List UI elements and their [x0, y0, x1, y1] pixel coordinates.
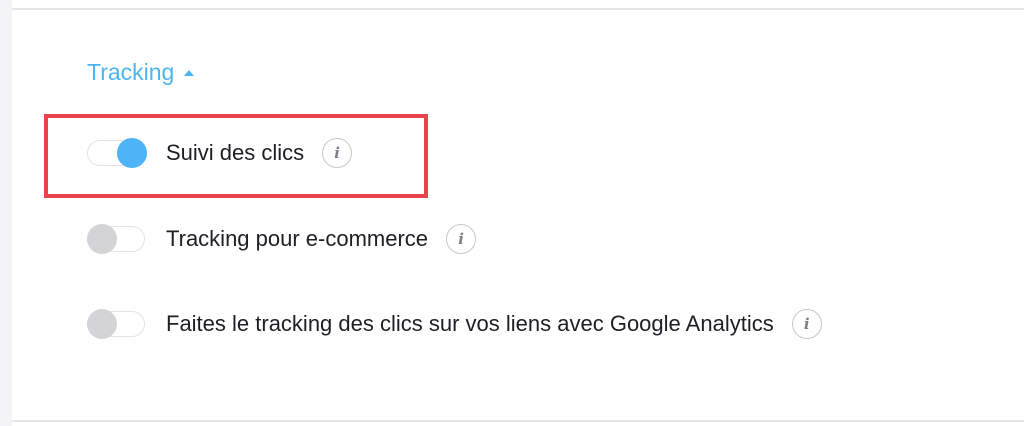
option-label: Faites le tracking des clics sur vos lie…: [166, 311, 774, 336]
caret-up-icon: [184, 69, 195, 76]
option-label: Suivi des clics: [166, 140, 305, 165]
toggle-knob: [117, 138, 147, 168]
google-analytics-tracking-toggle[interactable]: [87, 309, 145, 339]
tracking-section-toggle[interactable]: Tracking: [87, 58, 195, 86]
toggle-knob: [87, 224, 117, 254]
option-row-google-analytics-tracking: Faites le tracking des clics sur vos lie…: [87, 307, 822, 341]
info-icon[interactable]: i: [446, 224, 477, 254]
option-row-click-tracking: Suivi des clics i: [87, 136, 353, 170]
top-divider: [12, 8, 1024, 10]
option-row-ecommerce-tracking: Tracking pour e-commerce i: [87, 222, 477, 256]
info-icon[interactable]: i: [791, 309, 822, 339]
info-icon[interactable]: i: [322, 138, 353, 168]
section-title: Tracking: [87, 59, 175, 85]
option-label: Tracking pour e-commerce: [166, 226, 429, 251]
bottom-divider: [12, 420, 1024, 422]
ecommerce-tracking-toggle[interactable]: [87, 224, 145, 254]
toggle-knob: [87, 309, 117, 339]
click-tracking-toggle[interactable]: [87, 138, 147, 168]
left-edge-panel: [0, 0, 12, 426]
